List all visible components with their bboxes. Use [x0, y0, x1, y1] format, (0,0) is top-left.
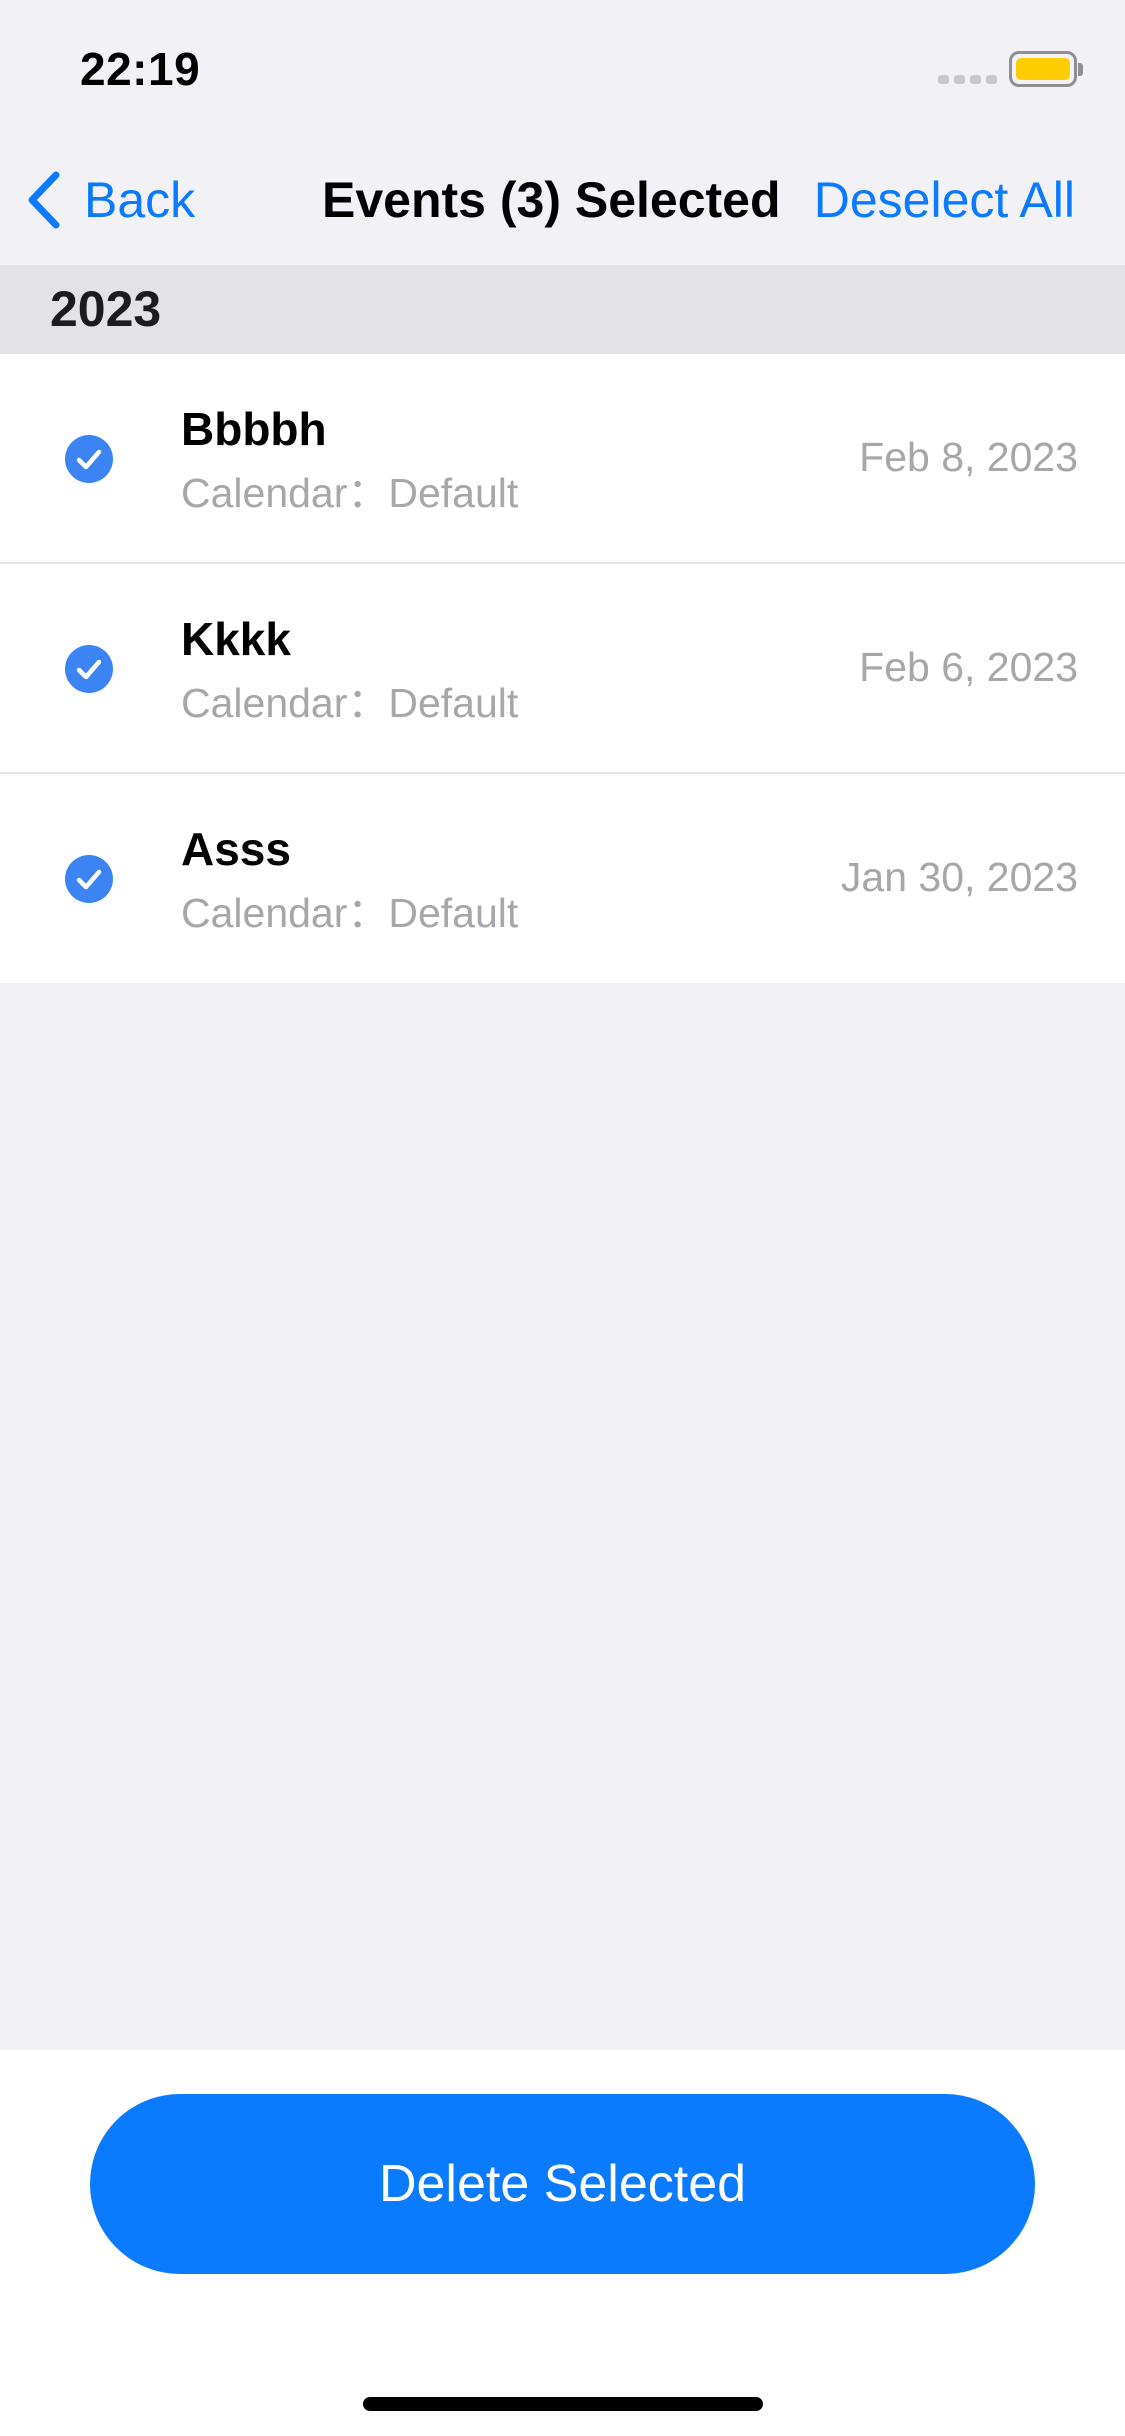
delete-selected-button[interactable]: Delete Selected	[90, 2094, 1035, 2274]
screen: 22:19 Back Events (3) Selected Deselect …	[0, 0, 1125, 2436]
event-calendar: Calendar：Default	[181, 890, 519, 936]
event-date: Feb 6, 2023	[859, 644, 1078, 690]
signal-icon	[938, 75, 997, 84]
back-label: Back	[84, 172, 196, 228]
event-row[interactable]: Bbbbh Calendar：Default Feb 8, 2023	[0, 354, 1125, 564]
battery-cap	[1078, 63, 1083, 76]
status-time: 22:19	[80, 43, 201, 95]
event-calendar: Calendar：Default	[181, 470, 519, 516]
home-indicator[interactable]	[363, 2397, 763, 2411]
event-calendar: Calendar：Default	[181, 680, 519, 726]
nav-bar: Back Events (3) Selected Deselect All	[0, 135, 1125, 265]
page-title: Events (3) Selected	[322, 172, 781, 228]
checkmark-circle-icon[interactable]	[65, 645, 113, 693]
deselect-all-button[interactable]: Deselect All	[814, 165, 1075, 235]
event-list: Bbbbh Calendar：Default Feb 8, 2023 Kkkk …	[0, 354, 1125, 983]
checkmark-circle-icon[interactable]	[65, 855, 113, 903]
status-bar: 22:19	[0, 0, 1125, 135]
event-title: Bbbbh	[181, 403, 327, 455]
event-row[interactable]: Asss Calendar：Default Jan 30, 2023	[0, 774, 1125, 983]
event-title: Kkkk	[181, 613, 291, 665]
section-header: 2023	[0, 265, 1125, 354]
event-date: Jan 30, 2023	[840, 854, 1078, 900]
bottom-action-area: Delete Selected	[0, 2050, 1125, 2436]
section-year: 2023	[50, 281, 162, 337]
event-row[interactable]: Kkkk Calendar：Default Feb 6, 2023	[0, 564, 1125, 774]
battery-icon	[1009, 51, 1077, 87]
chevron-left-icon	[28, 171, 60, 229]
checkmark-circle-icon[interactable]	[65, 435, 113, 483]
back-button[interactable]: Back	[24, 165, 195, 235]
event-date: Feb 8, 2023	[859, 434, 1078, 480]
event-title: Asss	[181, 823, 291, 875]
